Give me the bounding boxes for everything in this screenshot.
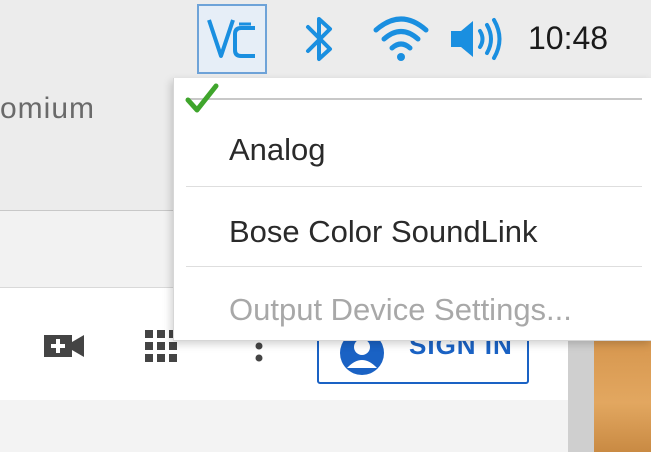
bluetooth-icon bbox=[306, 17, 332, 61]
bluetooth-tray-button[interactable] bbox=[296, 10, 344, 68]
browser-toolbar-strip bbox=[0, 211, 178, 288]
volume-icon bbox=[451, 18, 502, 60]
browser-tab-title: omium bbox=[0, 92, 96, 125]
menu-item-output-device-settings[interactable]: Output Device Settings... bbox=[184, 270, 642, 350]
wifi-tray-button[interactable] bbox=[370, 10, 432, 68]
vnc-icon bbox=[207, 19, 255, 58]
menu-item-bose-color-soundlink[interactable]: Bose Color SoundLink bbox=[184, 192, 642, 272]
create-video-icon[interactable] bbox=[44, 331, 84, 361]
menu-divider bbox=[186, 266, 642, 267]
menu-divider bbox=[186, 186, 642, 187]
clock[interactable]: 10:48 bbox=[528, 18, 638, 58]
wifi-icon bbox=[373, 16, 429, 61]
menu-divider bbox=[186, 98, 642, 100]
page-content-area bbox=[0, 400, 570, 452]
volume-tray-button[interactable] bbox=[446, 12, 508, 66]
audio-output-menu: Analog Bose Color SoundLink Output Devic… bbox=[173, 78, 651, 341]
vnc-tray-button[interactable] bbox=[197, 4, 267, 74]
menu-item-analog[interactable]: Analog bbox=[184, 110, 642, 190]
taskbar: 10:48 bbox=[0, 0, 651, 78]
